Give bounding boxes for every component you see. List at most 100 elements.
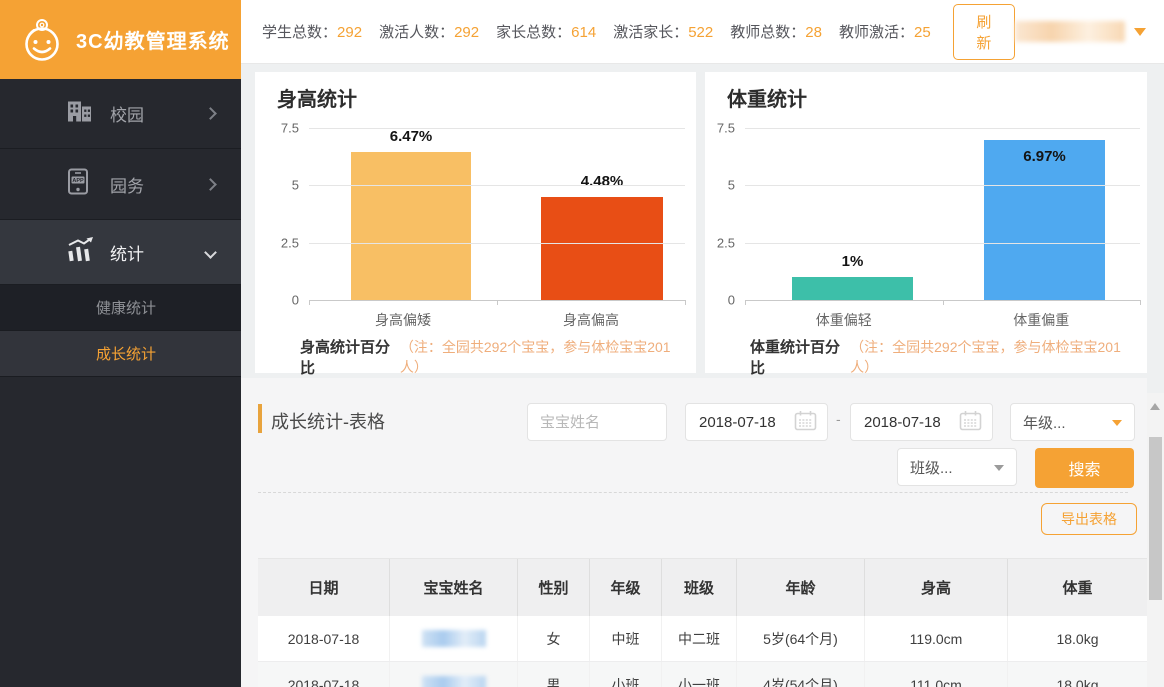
table-row: 2018-07-18 女 中班 中二班 5岁(64个月) 119.0cm 18.… [258, 616, 1147, 662]
app-device-icon: APP [66, 168, 90, 200]
growth-table-section: 成长统计-表格 2018-07-18 - 2018-07-18 [241, 378, 1147, 687]
y-axis-tick-label: 7.5 [699, 121, 735, 136]
app-title: 3C幼教管理系统 [76, 25, 230, 54]
gridline [309, 243, 685, 244]
bar-weight-light: 1% [792, 277, 913, 300]
section-accent-bar [258, 404, 262, 433]
table-header-row: 日期 宝宝姓名 性别 年级 班级 年龄 身高 体重 [258, 558, 1147, 616]
chart-footer-note: （注：全园共292个宝宝，参与体检宝宝201人） [850, 337, 1135, 377]
class-select[interactable]: 班级... [897, 448, 1017, 486]
calendar-icon [959, 410, 982, 435]
caret-down-icon [1134, 28, 1146, 42]
caret-down-icon [1112, 420, 1122, 431]
cell-height: 111.0cm [865, 662, 1008, 687]
date-range-separator: - [836, 411, 841, 427]
x-axis-tick [497, 300, 498, 305]
grade-select[interactable]: 年级... [1010, 403, 1135, 441]
bar-weight-heavy: 6.97% [984, 140, 1105, 300]
sidebar-nav: 校园 APP 园务 [0, 79, 241, 377]
x-axis-category: 体重偏轻 [745, 310, 943, 330]
dashed-divider [258, 492, 1128, 493]
user-menu[interactable] [1015, 21, 1146, 42]
chart-footer: 体重统计百分比 （注：全园共292个宝宝，参与体检宝宝201人） [705, 336, 1147, 378]
cell-class: 中二班 [662, 616, 737, 661]
cell-age: 5岁(64个月) [737, 616, 865, 661]
cell-class: 小一班 [662, 662, 737, 687]
redacted-username [1015, 21, 1125, 42]
weight-chart-plot: 1% 6.97% 体重偏轻 体重偏重 02.557.5 [745, 128, 1140, 300]
export-table-button[interactable]: 导出表格 [1041, 503, 1137, 535]
grade-select-value: 年级... [1023, 412, 1066, 433]
col-header-grade: 年级 [590, 559, 662, 616]
table-row: 2018-07-18 男 小班 小一班 4岁(54个月) 111.0cm 18.… [258, 662, 1147, 687]
cell-name [390, 662, 518, 687]
redacted-baby-name [422, 676, 486, 687]
stat-teachers-total: 教师总数：28 [730, 21, 822, 42]
height-chart-plot: 6.47% 4.48% 身高偏矮 身高偏高 02.557.5 [309, 128, 685, 300]
scrollbar-thumb[interactable] [1149, 437, 1162, 600]
class-select-value: 班级... [910, 457, 953, 478]
cell-height: 119.0cm [865, 616, 1008, 661]
sidebar-subitem-label: 健康统计 [96, 297, 156, 318]
gridline [309, 128, 685, 129]
date-from-input[interactable]: 2018-07-18 [685, 403, 828, 441]
growth-table: 日期 宝宝姓名 性别 年级 班级 年龄 身高 体重 2018-07-18 女 中… [258, 558, 1147, 687]
x-axis-tick [745, 300, 746, 305]
col-header-class: 班级 [662, 559, 737, 616]
y-axis-tick-label: 0 [699, 293, 735, 308]
col-header-age: 年龄 [737, 559, 865, 616]
cell-date: 2018-07-18 [258, 662, 390, 687]
bar-height-short: 6.47% [351, 152, 471, 300]
sidebar-item-statistics[interactable]: 统计 [0, 220, 241, 285]
redacted-baby-name [422, 630, 486, 647]
chart-footer-note: （注：全园共292个宝宝，参与体检宝宝201人） [400, 337, 684, 377]
stat-parents-active: 激活家长：522 [613, 21, 713, 42]
scrollbar-up-arrow[interactable] [1150, 398, 1160, 410]
sidebar-item-label: 统计 [110, 240, 144, 265]
bar-value-label: 6.47% [390, 128, 433, 145]
cell-gender: 女 [518, 616, 590, 661]
sidebar-item-health-stats[interactable]: 健康统计 [0, 285, 241, 331]
sidebar-item-growth-stats[interactable]: 成长统计 [0, 331, 241, 377]
search-button[interactable]: 搜索 [1035, 448, 1134, 488]
gridline [745, 243, 1140, 244]
robot-logo-icon [18, 16, 66, 64]
date-to-input[interactable]: 2018-07-18 [850, 403, 993, 441]
sidebar-item-affairs[interactable]: APP 园务 [0, 149, 241, 220]
sidebar: 3C幼教管理系统 校园 [0, 0, 241, 687]
col-header-gender: 性别 [518, 559, 590, 616]
cell-weight: 18.0kg [1008, 662, 1147, 687]
col-header-weight: 体重 [1008, 559, 1147, 616]
cell-grade: 中班 [590, 616, 662, 661]
x-axis-category: 身高偏高 [497, 310, 685, 330]
building-icon [66, 99, 93, 128]
topbar: 学生总数：292 激活人数：292 家长总数：614 激活家长：522 教师总数… [241, 0, 1164, 64]
refresh-button[interactable]: 刷新 [953, 4, 1015, 60]
y-axis-tick-label: 0 [263, 293, 299, 308]
height-stats-panel: 身高统计 6.47% 4.48% 身高偏矮 身高偏高 02.557.5 身高统计… [255, 72, 696, 373]
col-header-date: 日期 [258, 559, 390, 616]
cell-gender: 男 [518, 662, 590, 687]
sidebar-subitem-label: 成长统计 [96, 343, 156, 364]
section-title: 成长统计-表格 [271, 408, 385, 434]
stat-students-active: 激活人数：292 [379, 21, 479, 42]
y-axis-tick-label: 5 [699, 178, 735, 193]
svg-text:APP: APP [72, 178, 84, 184]
chevron-right-icon [204, 178, 217, 191]
bar-height-tall: 4.48% [541, 197, 663, 300]
col-header-height: 身高 [865, 559, 1008, 616]
baby-name-input[interactable] [527, 403, 667, 441]
gridline [309, 185, 685, 186]
vertical-scrollbar [1147, 393, 1164, 687]
chart-title: 体重统计 [727, 83, 807, 112]
col-header-name: 宝宝姓名 [390, 559, 518, 616]
y-axis-tick-label: 2.5 [263, 235, 299, 250]
sidebar-item-campus[interactable]: 校园 [0, 79, 241, 149]
gridline [745, 128, 1140, 129]
caret-down-icon [994, 465, 1004, 476]
cell-date: 2018-07-18 [258, 616, 390, 661]
chevron-down-icon [204, 246, 217, 259]
y-axis-tick-label: 2.5 [699, 235, 735, 250]
stat-students-total: 学生总数：292 [262, 21, 362, 42]
sidebar-item-label: 园务 [110, 172, 144, 197]
